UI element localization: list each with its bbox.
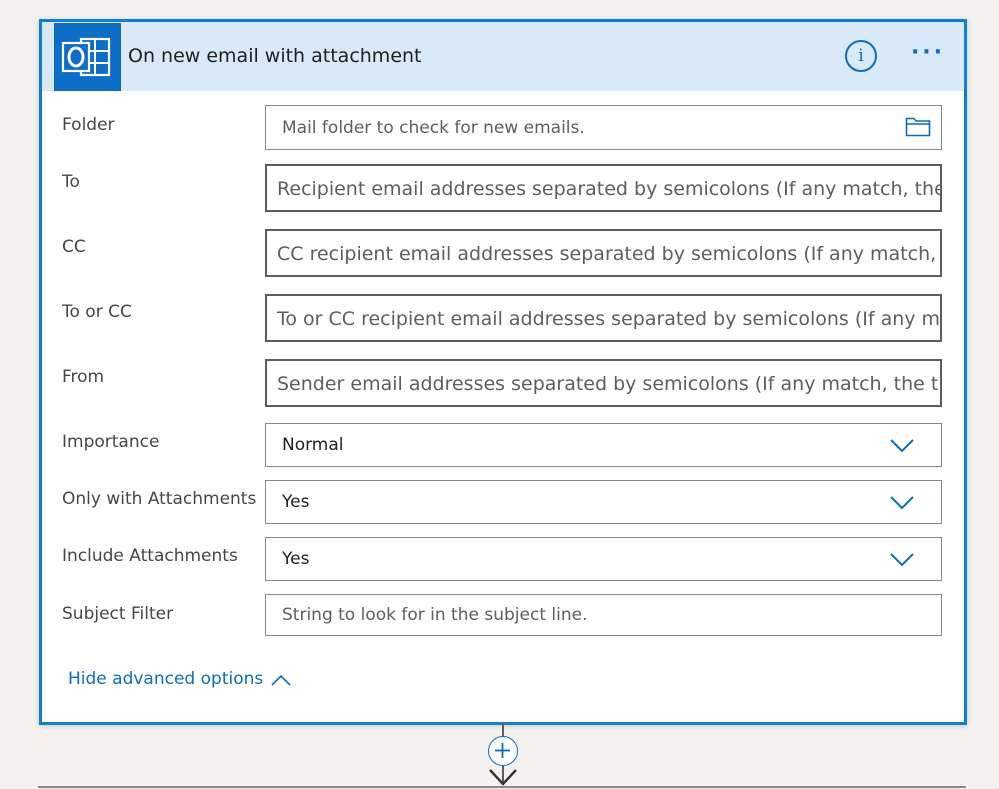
trigger-card: On new email with attachment i ··· Folde…	[39, 19, 967, 725]
chevron-down-icon[interactable]	[889, 493, 915, 511]
chevron-down-icon[interactable]	[889, 550, 915, 568]
to-or-cc-label: To or CC	[62, 302, 132, 322]
to-field[interactable]: Recipient email addresses separated by s…	[265, 164, 942, 212]
arrow-down-icon	[489, 769, 517, 786]
only-with-attachments-value: Yes	[282, 492, 310, 512]
from-field[interactable]: Sender email addresses separated by semi…	[265, 359, 942, 407]
info-button[interactable]: i	[845, 40, 877, 72]
importance-value: Normal	[282, 435, 344, 455]
subject-filter-placeholder: String to look for in the subject line.	[282, 605, 588, 625]
cc-label: CC	[62, 237, 86, 257]
plus-icon	[495, 743, 510, 758]
include-attachments-value: Yes	[282, 549, 310, 569]
include-attachments-label: Include Attachments	[62, 546, 238, 566]
folder-label: Folder	[62, 115, 115, 135]
only-with-attachments-label: Only with Attachments	[62, 489, 257, 509]
importance-dropdown[interactable]: Normal	[265, 423, 942, 467]
to-label: To	[62, 172, 80, 192]
chevron-up-icon[interactable]	[270, 673, 292, 687]
more-options-button[interactable]: ···	[908, 42, 948, 68]
from-placeholder: Sender email addresses separated by semi…	[277, 373, 942, 395]
subject-filter-label: Subject Filter	[62, 604, 174, 624]
only-with-attachments-dropdown[interactable]: Yes	[265, 480, 942, 524]
from-label: From	[62, 367, 105, 387]
trigger-card-header[interactable]: On new email with attachment i ···	[42, 22, 964, 91]
include-attachments-dropdown[interactable]: Yes	[265, 537, 942, 581]
next-card-edge	[38, 786, 966, 788]
chevron-down-icon[interactable]	[889, 436, 915, 454]
add-step-button[interactable]	[488, 736, 518, 766]
subject-filter-field[interactable]: String to look for in the subject line.	[265, 594, 942, 636]
folder-icon[interactable]	[905, 115, 931, 137]
cc-placeholder: CC recipient email addresses separated b…	[277, 243, 937, 265]
cc-field[interactable]: CC recipient email addresses separated b…	[265, 229, 942, 277]
folder-placeholder: Mail folder to check for new emails.	[282, 118, 585, 138]
to-or-cc-field[interactable]: To or CC recipient email addresses separ…	[265, 294, 942, 342]
to-placeholder: Recipient email addresses separated by s…	[277, 178, 942, 200]
importance-label: Importance	[62, 432, 160, 452]
hide-advanced-options-link[interactable]: Hide advanced options	[68, 669, 263, 689]
outlook-icon	[54, 23, 121, 91]
folder-field[interactable]: Mail folder to check for new emails.	[265, 105, 942, 150]
to-or-cc-placeholder: To or CC recipient email addresses separ…	[277, 308, 941, 330]
card-title: On new email with attachment	[128, 45, 422, 67]
